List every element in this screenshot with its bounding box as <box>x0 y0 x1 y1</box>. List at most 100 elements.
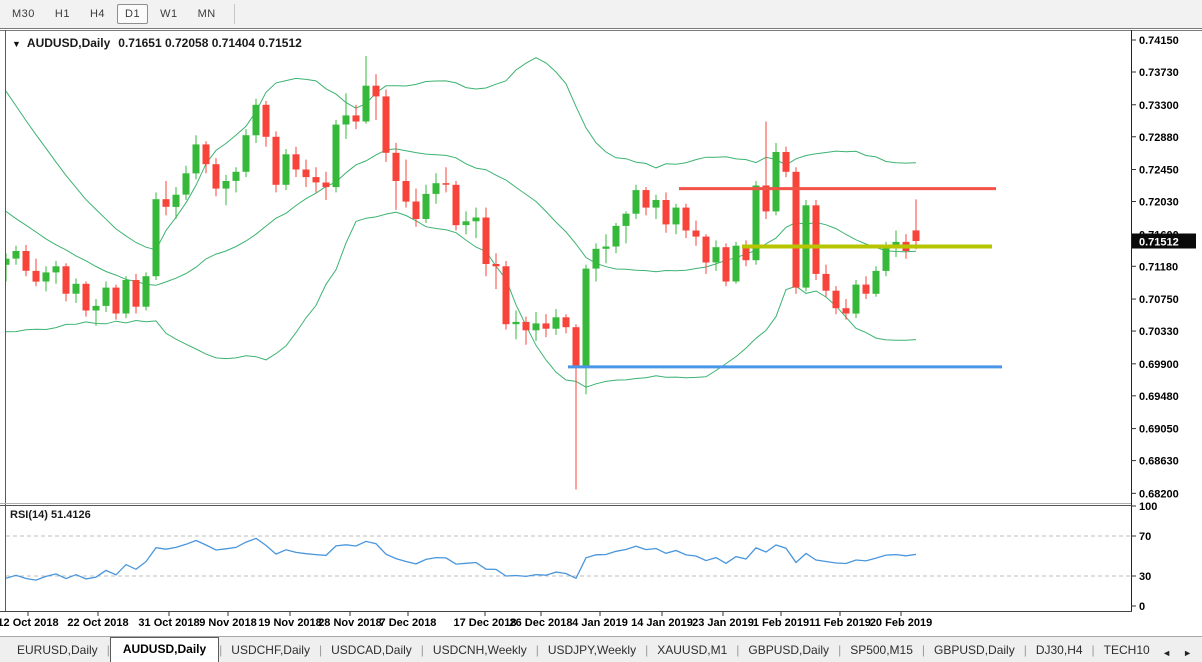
candle-body <box>533 323 540 330</box>
date-axis-tick-label: 12 Oct 2018 <box>0 617 59 629</box>
price-axis-tick-label: 0.70330 <box>1139 326 1179 338</box>
candle-body <box>13 251 20 259</box>
candle-body <box>363 86 370 122</box>
price-axis-tick-label: 0.72030 <box>1139 197 1179 209</box>
candle-body <box>283 154 290 185</box>
candle-body <box>483 218 490 265</box>
candle-body <box>703 237 710 263</box>
candle-body <box>153 199 160 276</box>
candle-body <box>513 322 520 324</box>
price-axis-tick-label: 0.70750 <box>1139 294 1179 306</box>
candle-body <box>413 202 420 220</box>
candle-body <box>523 322 530 330</box>
candle-body <box>833 291 840 309</box>
date-axis-tick-label: 28 Nov 2018 <box>318 617 382 629</box>
chart-ohlc-values: 0.71651 0.72058 0.71404 0.71512 <box>118 36 302 50</box>
date-axis-tick-label: 4 Jan 2019 <box>572 617 628 629</box>
candle-body <box>403 181 410 202</box>
price-axis-tick-label: 0.68200 <box>1139 488 1179 500</box>
candle-body <box>693 231 700 237</box>
candle-body <box>463 221 470 225</box>
candle-body <box>233 172 240 181</box>
chart-canvas[interactable]: 0.741500.737300.733000.728800.724500.720… <box>0 0 1202 662</box>
date-axis-tick-label: 14 Jan 2019 <box>631 617 693 629</box>
candle-body <box>253 105 260 136</box>
candle-body <box>63 266 70 293</box>
price-axis-tick-label: 0.72880 <box>1139 132 1179 144</box>
candle-body <box>573 327 580 367</box>
candle-body <box>713 247 720 262</box>
price-axis-tick-label: 0.71180 <box>1139 261 1178 273</box>
candle-body <box>543 323 550 328</box>
date-axis-tick-label: 7 Dec 2018 <box>380 617 437 629</box>
date-axis-tick-label: 23 Jan 2019 <box>692 617 754 629</box>
candle-body <box>813 205 820 274</box>
candle-body <box>603 247 610 249</box>
price-axis-tick-label: 0.68630 <box>1139 456 1179 468</box>
candle-body <box>503 266 510 324</box>
candle-body <box>3 259 10 265</box>
chart-symbol-label: AUDUSD,Daily <box>27 36 110 50</box>
candle-body <box>143 276 150 307</box>
candle-body <box>423 194 430 219</box>
candle-body <box>343 115 350 124</box>
candle-body <box>93 306 100 311</box>
candle-body <box>163 199 170 207</box>
candle-body <box>493 264 500 266</box>
candle-body <box>733 246 740 282</box>
candle-body <box>323 183 330 188</box>
candle-body <box>913 230 920 241</box>
date-axis-tick-label: 17 Dec 2018 <box>454 617 517 629</box>
candle-body <box>773 152 780 211</box>
candle-body <box>303 170 310 178</box>
candle-body <box>103 288 110 306</box>
candle-body <box>263 105 270 137</box>
rsi-axis-tick-label: 30 <box>1139 571 1151 583</box>
rsi-axis-tick-label: 0 <box>1139 601 1145 613</box>
date-axis-tick-label: 20 Feb 2019 <box>870 617 932 629</box>
candlesticks <box>3 56 920 490</box>
candle-body <box>643 190 650 208</box>
price-axis-tick-label: 0.73730 <box>1139 67 1179 79</box>
candle-body <box>23 251 30 271</box>
rsi-series-path <box>6 538 916 580</box>
candle-body <box>73 284 80 294</box>
candle-body <box>453 185 460 225</box>
candle-body <box>183 173 190 194</box>
candle-body <box>723 247 730 281</box>
candle-body <box>353 115 360 121</box>
candle-body <box>613 226 620 247</box>
date-axis-tick-label: 19 Nov 2018 <box>258 617 322 629</box>
chart-header: ▼ AUDUSD,Daily 0.71651 0.72058 0.71404 0.7… <box>12 36 302 50</box>
candle-body <box>873 271 880 294</box>
candle-body <box>843 308 850 313</box>
price-axis-tick-label: 0.69480 <box>1139 391 1179 403</box>
candle-body <box>123 280 130 314</box>
candle-body <box>863 285 870 294</box>
candle-body <box>313 177 320 182</box>
candle-body <box>823 274 830 291</box>
collapse-chart-icon[interactable]: ▼ <box>12 39 21 49</box>
date-axis-tick-label: 9 Nov 2018 <box>199 617 256 629</box>
date-axis-tick-label: 22 Oct 2018 <box>67 617 128 629</box>
candle-body <box>633 190 640 214</box>
rsi-line <box>6 538 916 580</box>
candle-body <box>223 181 230 189</box>
candle-body <box>753 186 760 261</box>
date-axis-tick-label: 31 Oct 2018 <box>138 617 199 629</box>
price-axis-tick-label: 0.74150 <box>1139 35 1179 47</box>
candle-body <box>623 214 630 226</box>
candle-body <box>653 200 660 208</box>
candle-body <box>173 195 180 207</box>
candle-body <box>593 249 600 269</box>
candle-body <box>273 137 280 185</box>
date-axis-tick-label: 11 Feb 2019 <box>809 617 871 629</box>
price-axis-tick-label: 0.69050 <box>1139 424 1179 436</box>
rsi-axis-tick-label: 100 <box>1139 501 1157 513</box>
candle-body <box>213 164 220 188</box>
candle-body <box>563 317 570 327</box>
candle-body <box>853 285 860 314</box>
date-axis-tick-label: 1 Feb 2019 <box>753 617 809 629</box>
candle-body <box>553 317 560 328</box>
candle-body <box>473 218 480 222</box>
